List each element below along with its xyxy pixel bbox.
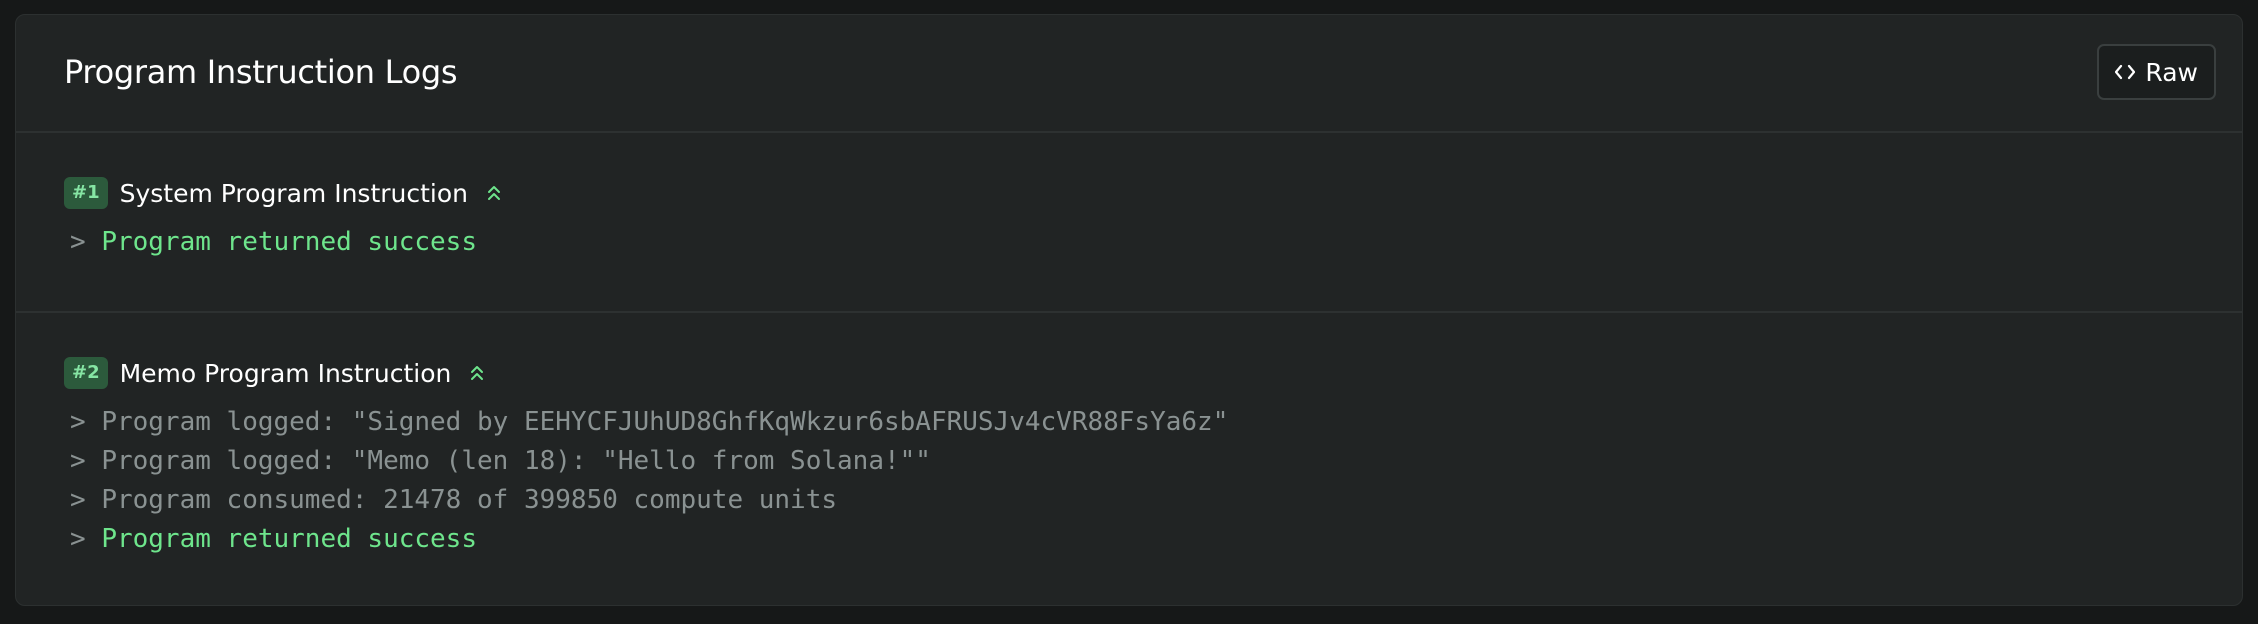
log-line: > Program consumed: 21478 of 399850 comp… [70,481,1228,520]
log-prompt: > [70,407,86,437]
log-text: Program logged: "Signed by EEHYCFJUhUD8G… [101,407,1229,437]
instruction-section-2: #2 Memo Program Instruction > Program lo… [16,313,2242,605]
instruction-header-2: #2 Memo Program Instruction [64,357,485,389]
instruction-logs-card: Program Instruction Logs Raw #1 System P… [15,14,2243,606]
log-line: > Program returned success [70,223,477,262]
log-line: > Program logged: "Signed by EEHYCFJUhUD… [70,403,1228,442]
card-header: Program Instruction Logs Raw [16,15,2242,133]
log-text: Program returned success [101,227,477,257]
log-prompt: > [70,524,86,554]
instruction-name: System Program Instruction [119,178,469,208]
instruction-section-1: #1 System Program Instruction > Program … [16,133,2242,313]
log-text: Program returned success [101,524,477,554]
log-line: > Program logged: "Memo (len 18): "Hello… [70,442,1228,481]
log-text: Program consumed: 21478 of 399850 comput… [101,485,838,515]
log-text: Program logged: "Memo (len 18): "Hello f… [101,446,931,476]
instruction-header-1: #1 System Program Instruction [64,177,502,209]
code-brackets-icon [2115,64,2136,80]
raw-button[interactable]: Raw [2097,44,2216,100]
chevrons-up-icon[interactable] [469,364,485,382]
log-lines: > Program returned success [70,223,477,262]
instruction-name: Memo Program Instruction [119,358,452,388]
instruction-index-badge: #1 [64,177,108,209]
raw-button-label: Raw [2145,57,2198,87]
log-lines: > Program logged: "Signed by EEHYCFJUhUD… [70,403,1228,559]
instruction-index-badge: #2 [64,357,108,389]
log-prompt: > [70,227,86,257]
log-prompt: > [70,446,86,476]
log-line: > Program returned success [70,520,1228,559]
chevrons-up-icon[interactable] [486,184,502,202]
log-prompt: > [70,485,86,515]
card-title: Program Instruction Logs [64,53,458,91]
